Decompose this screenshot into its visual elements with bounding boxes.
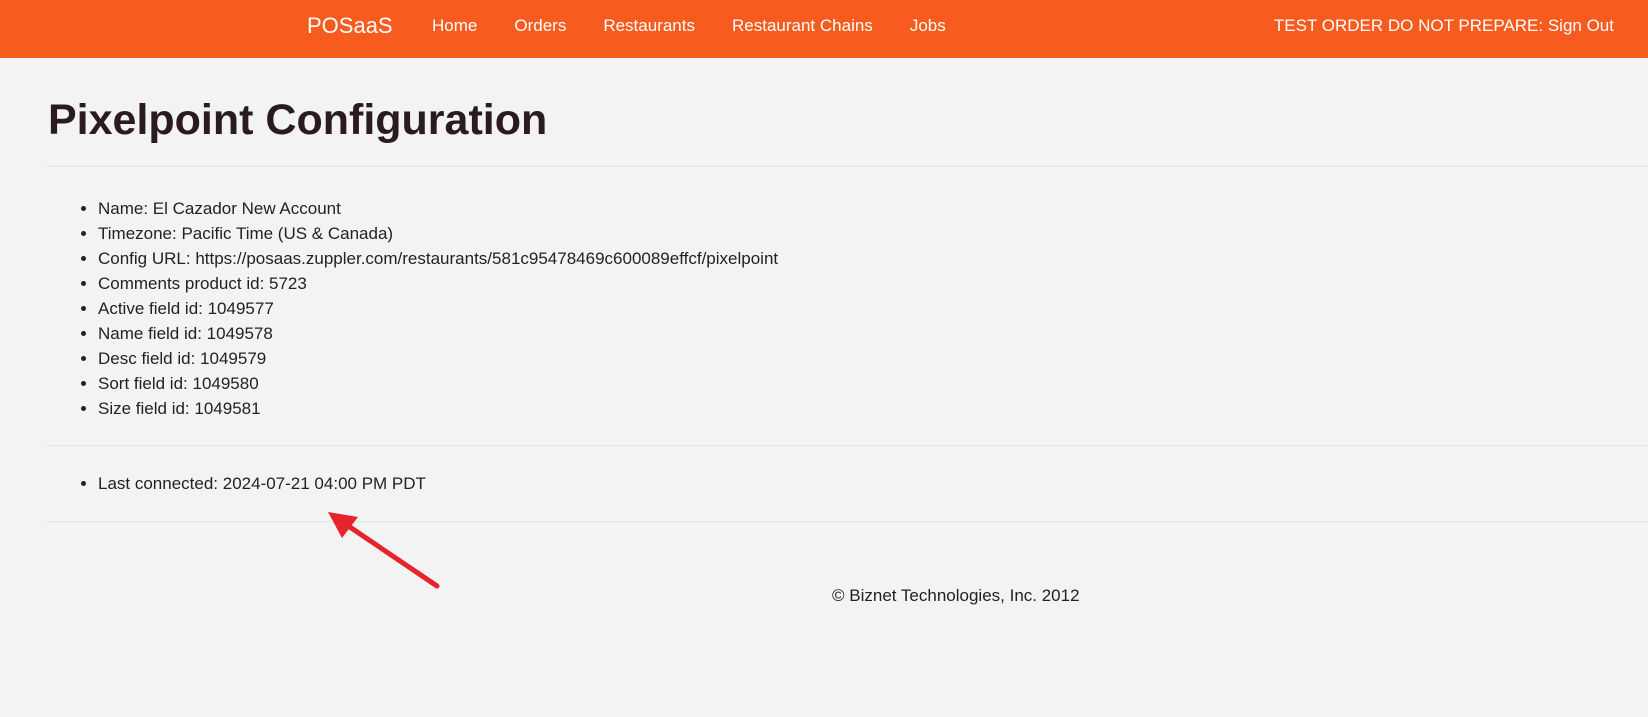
- config-details-list: Name: El Cazador New Account Timezone: P…: [74, 196, 778, 421]
- detail-sort-field-id: Sort field id: 1049580: [98, 371, 778, 396]
- nav-jobs[interactable]: Jobs: [910, 16, 946, 36]
- nav-restaurants[interactable]: Restaurants: [603, 16, 695, 36]
- connection-list: Last connected: 2024-07-21 04:00 PM PDT: [74, 471, 426, 496]
- arrow-head: [328, 512, 358, 538]
- detail-name: Name: El Cazador New Account: [98, 196, 778, 221]
- detail-size-field-id: Size field id: 1049581: [98, 396, 778, 421]
- detail-name-field-id: Name field id: 1049578: [98, 321, 778, 346]
- detail-timezone: Timezone: Pacific Time (US & Canada): [98, 221, 778, 246]
- page-title: Pixelpoint Configuration: [48, 96, 548, 144]
- top-navbar: POSaaS Home Orders Restaurants Restauran…: [0, 0, 1648, 58]
- detail-comments-product-id: Comments product id: 5723: [98, 271, 778, 296]
- nav-links: Home Orders Restaurants Restaurant Chain…: [432, 16, 983, 36]
- sign-out-link[interactable]: TEST ORDER DO NOT PREPARE: Sign Out: [1274, 16, 1614, 36]
- nav-restaurant-chains[interactable]: Restaurant Chains: [732, 16, 873, 36]
- divider: [47, 445, 1648, 446]
- divider: [47, 521, 1648, 522]
- footer-copyright: © Biznet Technologies, Inc. 2012: [832, 586, 1080, 605]
- nav-orders[interactable]: Orders: [514, 16, 566, 36]
- red-arrow-annotation: [328, 512, 440, 589]
- arrow-shaft: [335, 516, 440, 589]
- detail-desc-field-id: Desc field id: 1049579: [98, 346, 778, 371]
- last-connected: Last connected: 2024-07-21 04:00 PM PDT: [98, 471, 426, 496]
- detail-config-url: Config URL: https://posaas.zuppler.com/r…: [98, 246, 778, 271]
- divider: [47, 166, 1648, 167]
- detail-active-field-id: Active field id: 1049577: [98, 296, 778, 321]
- nav-home[interactable]: Home: [432, 16, 477, 36]
- brand-link[interactable]: POSaaS: [307, 13, 393, 39]
